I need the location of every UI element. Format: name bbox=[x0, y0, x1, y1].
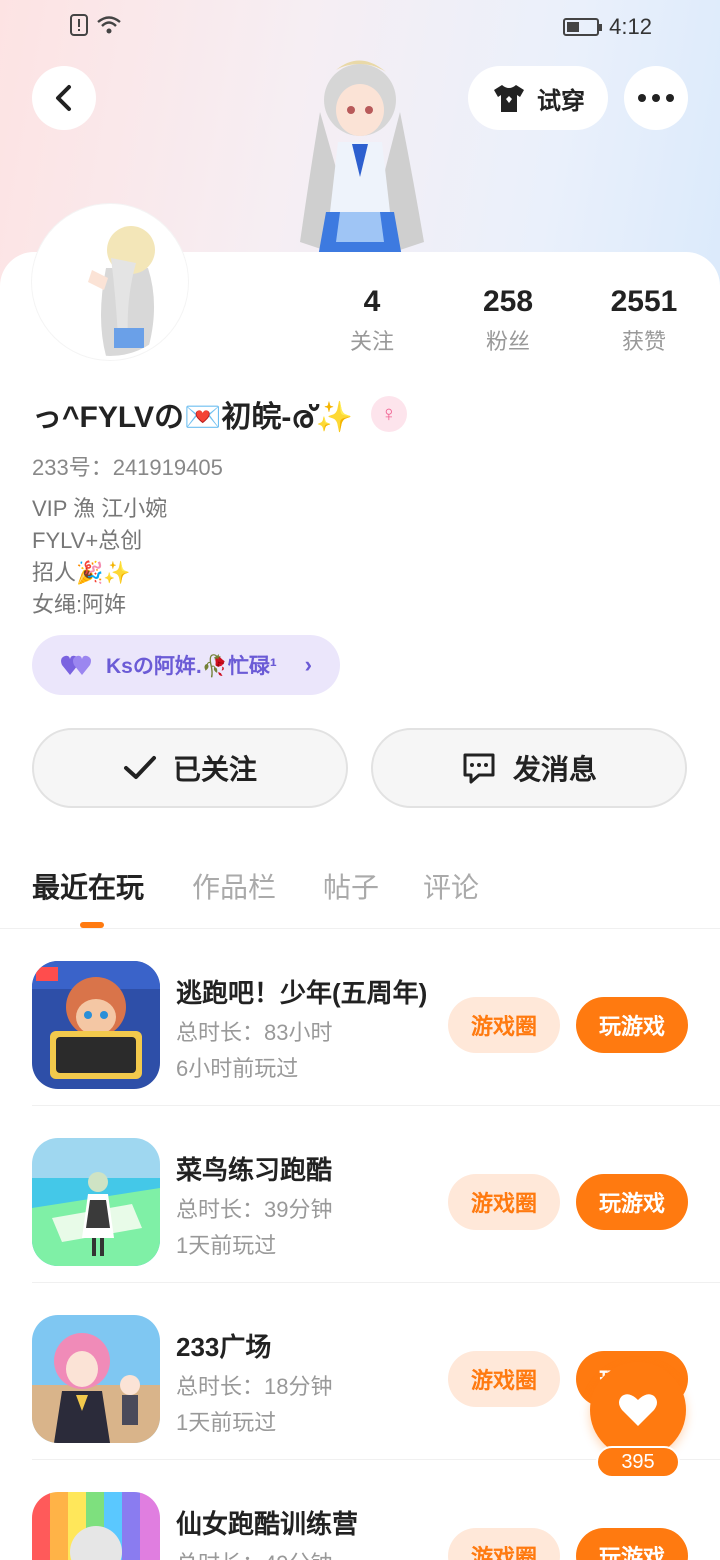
game-circle-button[interactable]: 游戏圈 bbox=[448, 997, 560, 1053]
send-message-button[interactable]: 发消息 bbox=[371, 728, 687, 808]
game-icon-image bbox=[32, 961, 160, 1089]
game-last-played: 1天前玩过 bbox=[176, 1233, 277, 1258]
nickname-row: っ^FYLVの💌初皖-ര്✨ ♀ bbox=[32, 392, 407, 436]
game-total-time: 总时长：39分钟 bbox=[176, 1197, 333, 1222]
game-icon-image bbox=[32, 1315, 160, 1443]
user-id: 233号：241919405 bbox=[32, 455, 223, 480]
game-row[interactable]: 菜鸟练习跑酷 总时长：39分钟 1天前玩过 游戏圈 玩游戏 bbox=[0, 1106, 720, 1283]
like-count-badge: 395 bbox=[596, 1446, 680, 1478]
stat-following-value: 4 bbox=[363, 285, 381, 318]
bio-line: 女绳:阿姩 bbox=[32, 592, 127, 617]
family-group-label: Ksの阿姩.🥀忙碌¹ bbox=[106, 655, 277, 678]
back-button[interactable] bbox=[32, 66, 96, 130]
game-name: 菜鸟练习跑酷 bbox=[176, 1155, 333, 1185]
family-group-pill[interactable]: Ksの阿姩.🥀忙碌¹ › bbox=[32, 635, 340, 695]
bio: VIP 漁 江小婉 FYLV+总创 招人🎉✨ 女绳:阿姩 bbox=[32, 493, 167, 621]
sim-alert-icon bbox=[70, 14, 88, 36]
game-circle-button[interactable]: 游戏圈 bbox=[448, 1528, 560, 1560]
game-name: 233广场 bbox=[176, 1332, 272, 1362]
checkmark-icon bbox=[123, 756, 156, 779]
tab-works[interactable]: 作品栏 bbox=[192, 866, 276, 906]
stats-row: 4 关注 258 粉丝 2551 获赞 bbox=[0, 284, 720, 364]
stat-following-label: 关注 bbox=[349, 329, 394, 354]
stat-followers-value: 258 bbox=[482, 285, 534, 318]
chevron-right-icon: › bbox=[304, 652, 312, 677]
stat-likes[interactable]: 2551 获赞 bbox=[584, 284, 704, 356]
battery-icon bbox=[563, 18, 603, 36]
game-last-played: 1天前玩过 bbox=[176, 1410, 277, 1435]
character-avatar-image bbox=[300, 60, 424, 257]
play-game-button[interactable]: 玩游戏 bbox=[576, 1174, 688, 1230]
game-circle-button[interactable]: 游戏圈 bbox=[448, 1351, 560, 1407]
nickname: っ^FYLVの💌初皖-ര്✨ bbox=[32, 401, 353, 434]
game-name: 仙女跑酷训练营 bbox=[176, 1509, 359, 1539]
bio-line: FYLV+总创 bbox=[32, 528, 143, 553]
heart-icon bbox=[619, 1394, 657, 1426]
stat-following[interactable]: 4 关注 bbox=[312, 284, 432, 356]
like-button[interactable] bbox=[590, 1362, 686, 1458]
game-icon-image bbox=[32, 1138, 160, 1266]
bio-line: VIP 漁 江小婉 bbox=[32, 496, 168, 521]
following-label: 已关注 bbox=[172, 754, 257, 785]
double-heart-icon bbox=[61, 655, 91, 675]
game-icon-image bbox=[32, 1492, 160, 1560]
game-total-time: 总时长：18分钟 bbox=[176, 1374, 333, 1399]
profile-tabs: 最近在玩 作品栏 帖子 评论 bbox=[0, 860, 720, 928]
send-message-label: 发消息 bbox=[512, 754, 597, 785]
chat-bubble-icon bbox=[463, 753, 495, 784]
play-game-button[interactable]: 玩游戏 bbox=[576, 1528, 688, 1560]
stat-likes-value: 2551 bbox=[610, 285, 678, 318]
game-total-time: 总时长：83小时 bbox=[176, 1020, 333, 1045]
try-on-button[interactable]: 试穿 bbox=[468, 66, 608, 130]
female-gender-icon: ♀ bbox=[370, 396, 407, 432]
tab-recently-played[interactable]: 最近在玩 bbox=[32, 866, 144, 906]
game-total-time: 总时长：49分钟 bbox=[176, 1546, 332, 1560]
following-button[interactable]: 已关注 bbox=[32, 728, 348, 808]
game-last-played: 6小时前玩过 bbox=[176, 1056, 299, 1081]
more-dots-icon bbox=[638, 94, 674, 102]
more-options-button[interactable] bbox=[624, 66, 688, 130]
tab-posts[interactable]: 帖子 bbox=[323, 866, 379, 906]
game-name: 逃跑吧！少年(五周年) bbox=[176, 978, 428, 1008]
bio-line: 招人🎉✨ bbox=[32, 560, 131, 585]
stat-likes-label: 获赞 bbox=[621, 329, 666, 354]
tshirt-icon bbox=[494, 85, 524, 112]
stat-followers-label: 粉丝 bbox=[485, 329, 530, 354]
tab-comments[interactable]: 评论 bbox=[423, 866, 479, 906]
back-arrow-icon bbox=[56, 85, 71, 111]
status-time: 4:12 bbox=[609, 14, 652, 39]
status-bar: 4:12 bbox=[0, 0, 720, 56]
stat-followers[interactable]: 258 粉丝 bbox=[448, 284, 568, 356]
try-on-label: 试穿 bbox=[537, 87, 585, 115]
wifi-icon bbox=[97, 16, 121, 34]
play-game-button[interactable]: 玩游戏 bbox=[576, 997, 688, 1053]
game-circle-button[interactable]: 游戏圈 bbox=[448, 1174, 560, 1230]
game-row[interactable]: 逃跑吧！少年(五周年) 总时长：83小时 6小时前玩过 游戏圈 玩游戏 bbox=[0, 929, 720, 1106]
